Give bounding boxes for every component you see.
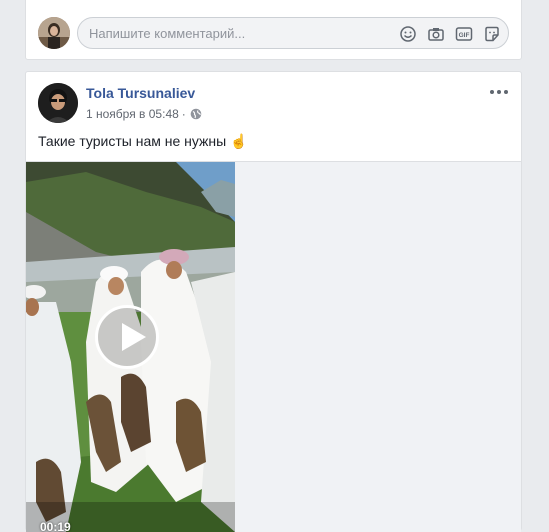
meta-separator: · <box>181 107 186 121</box>
video-duration: 00:19 <box>40 520 71 532</box>
comment-composer-card: Напишите комментарий... GIF <box>25 0 522 60</box>
svg-text:GIF: GIF <box>459 32 470 39</box>
play-button[interactable] <box>95 305 159 369</box>
emoji-icon[interactable] <box>398 24 418 44</box>
gif-icon[interactable]: GIF <box>454 24 474 44</box>
post-text: Такие туристы нам не нужны ☝ <box>38 133 248 149</box>
avatar[interactable] <box>38 17 70 49</box>
camera-icon[interactable] <box>426 24 446 44</box>
video-player[interactable]: 00:19 <box>26 162 235 532</box>
post-media: 00:19 <box>26 162 521 532</box>
globe-icon[interactable] <box>190 108 202 120</box>
comment-input[interactable]: Напишите комментарий... GIF <box>77 17 509 49</box>
author-name-link[interactable]: Tola Tursunaliev <box>86 85 195 101</box>
sticker-icon[interactable] <box>482 24 502 44</box>
post-card: Tola Tursunaliev 1 ноября в 05:48 · Таки… <box>25 71 522 532</box>
post-meta: 1 ноября в 05:48 · <box>86 107 202 121</box>
author-avatar[interactable] <box>38 83 78 123</box>
more-options-button[interactable] <box>487 84 511 100</box>
post-timestamp[interactable]: 1 ноября в 05:48 <box>86 107 179 121</box>
comment-placeholder: Напишите комментарий... <box>89 26 246 41</box>
play-icon <box>122 323 146 351</box>
